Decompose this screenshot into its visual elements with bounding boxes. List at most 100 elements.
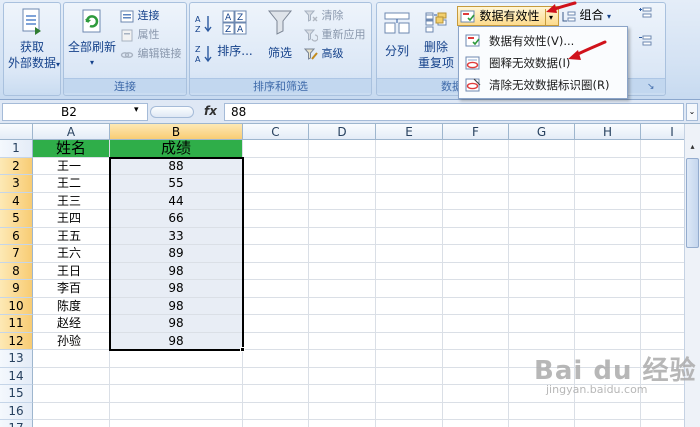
cell-g1[interactable] — [509, 140, 575, 158]
column-header-e[interactable]: E — [376, 124, 443, 140]
cell-d17[interactable] — [309, 420, 376, 427]
cell-c10[interactable] — [243, 297, 309, 315]
row-header-2[interactable]: 2 — [0, 157, 33, 175]
cell-a3[interactable]: 王二 — [33, 175, 110, 193]
cell-e7[interactable] — [376, 245, 443, 263]
dialog-launcher-icon[interactable]: ↘ — [647, 82, 655, 92]
column-header-h[interactable]: H — [575, 124, 641, 140]
sort-ascending-button[interactable]: AZ — [195, 13, 213, 35]
refresh-all-button[interactable]: 全部刷新 ▾ — [66, 7, 118, 71]
scrollbar-thumb[interactable] — [686, 158, 699, 248]
cell-h3[interactable] — [575, 175, 641, 193]
cell-e9[interactable] — [376, 280, 443, 298]
cell-f9[interactable] — [443, 280, 509, 298]
cell-f2[interactable] — [443, 157, 509, 175]
cell-e12[interactable] — [376, 332, 443, 350]
cell-a15[interactable] — [33, 385, 110, 403]
column-header-b[interactable]: B — [110, 124, 243, 140]
cell-g5[interactable] — [509, 210, 575, 228]
consolidate-button[interactable] — [425, 11, 445, 31]
cell-b9[interactable]: 98 — [110, 280, 243, 298]
name-box[interactable]: B2 — [2, 103, 148, 121]
insert-function-button[interactable]: fx — [204, 104, 217, 118]
row-header-9[interactable]: 9 — [0, 280, 33, 298]
cell-f14[interactable] — [443, 367, 509, 385]
cell-a10[interactable]: 陈度 — [33, 297, 110, 315]
cell-h1[interactable] — [575, 140, 641, 158]
cell-f16[interactable] — [443, 402, 509, 420]
cell-a17[interactable] — [33, 420, 110, 427]
row-header-4[interactable]: 4 — [0, 192, 33, 210]
select-all-corner[interactable] — [0, 124, 33, 140]
show-detail-icon[interactable] — [638, 6, 652, 20]
cell-b15[interactable] — [110, 385, 243, 403]
cell-a12[interactable]: 孙验 — [33, 332, 110, 350]
cell-b17[interactable] — [110, 420, 243, 427]
cell-e14[interactable] — [376, 367, 443, 385]
cell-b8[interactable]: 98 — [110, 262, 243, 280]
cell-g3[interactable] — [509, 175, 575, 193]
cell-h10[interactable] — [575, 297, 641, 315]
cell-c9[interactable] — [243, 280, 309, 298]
cell-a4[interactable]: 王三 — [33, 192, 110, 210]
cell-b3[interactable]: 55 — [110, 175, 243, 193]
hide-detail-icon[interactable] — [638, 34, 652, 48]
cell-d15[interactable] — [309, 385, 376, 403]
cell-b11[interactable]: 98 — [110, 315, 243, 333]
cell-e3[interactable] — [376, 175, 443, 193]
cell-e17[interactable] — [376, 420, 443, 427]
cell-b6[interactable]: 33 — [110, 227, 243, 245]
cell-f7[interactable] — [443, 245, 509, 263]
row-header-11[interactable]: 11 — [0, 315, 33, 333]
cell-d14[interactable] — [309, 367, 376, 385]
cell-e4[interactable] — [376, 192, 443, 210]
cell-g17[interactable] — [509, 420, 575, 427]
cell-e11[interactable] — [376, 315, 443, 333]
row-header-16[interactable]: 16 — [0, 402, 33, 420]
row-header-6[interactable]: 6 — [0, 227, 33, 245]
cell-c14[interactable] — [243, 367, 309, 385]
cell-g6[interactable] — [509, 227, 575, 245]
row-header-17[interactable]: 17 — [0, 420, 33, 427]
row-header-3[interactable]: 3 — [0, 175, 33, 193]
cell-h16[interactable] — [575, 402, 641, 420]
cell-h2[interactable] — [575, 157, 641, 175]
cell-c6[interactable] — [243, 227, 309, 245]
cell-a7[interactable]: 王六 — [33, 245, 110, 263]
expand-formula-bar-icon[interactable]: ⌄ — [686, 103, 698, 121]
cell-c1[interactable] — [243, 140, 309, 158]
cell-c15[interactable] — [243, 385, 309, 403]
cell-e2[interactable] — [376, 157, 443, 175]
cell-b10[interactable]: 98 — [110, 297, 243, 315]
cell-f6[interactable] — [443, 227, 509, 245]
cell-d12[interactable] — [309, 332, 376, 350]
cell-h5[interactable] — [575, 210, 641, 228]
cell-c2[interactable] — [243, 157, 309, 175]
cell-e6[interactable] — [376, 227, 443, 245]
cell-a1[interactable]: 姓名 — [33, 140, 110, 158]
cell-a11[interactable]: 赵经 — [33, 315, 110, 333]
cell-e15[interactable] — [376, 385, 443, 403]
cell-a16[interactable] — [33, 402, 110, 420]
cell-h8[interactable] — [575, 262, 641, 280]
row-header-12[interactable]: 12 — [0, 332, 33, 350]
cell-c7[interactable] — [243, 245, 309, 263]
cell-b14[interactable] — [110, 367, 243, 385]
cell-b5[interactable]: 66 — [110, 210, 243, 228]
cell-c4[interactable] — [243, 192, 309, 210]
cell-c5[interactable] — [243, 210, 309, 228]
cell-a13[interactable] — [33, 350, 110, 368]
filter-button[interactable]: 筛选 — [260, 7, 300, 61]
scroll-up-icon[interactable]: ▴ — [686, 142, 699, 156]
fill-handle[interactable] — [240, 347, 245, 352]
cell-e13[interactable] — [376, 350, 443, 368]
cell-f1[interactable] — [443, 140, 509, 158]
cell-d10[interactable] — [309, 297, 376, 315]
cell-f5[interactable] — [443, 210, 509, 228]
cell-d2[interactable] — [309, 157, 376, 175]
cell-e10[interactable] — [376, 297, 443, 315]
cell-d7[interactable] — [309, 245, 376, 263]
cell-h6[interactable] — [575, 227, 641, 245]
cell-h9[interactable] — [575, 280, 641, 298]
cell-b7[interactable]: 89 — [110, 245, 243, 263]
